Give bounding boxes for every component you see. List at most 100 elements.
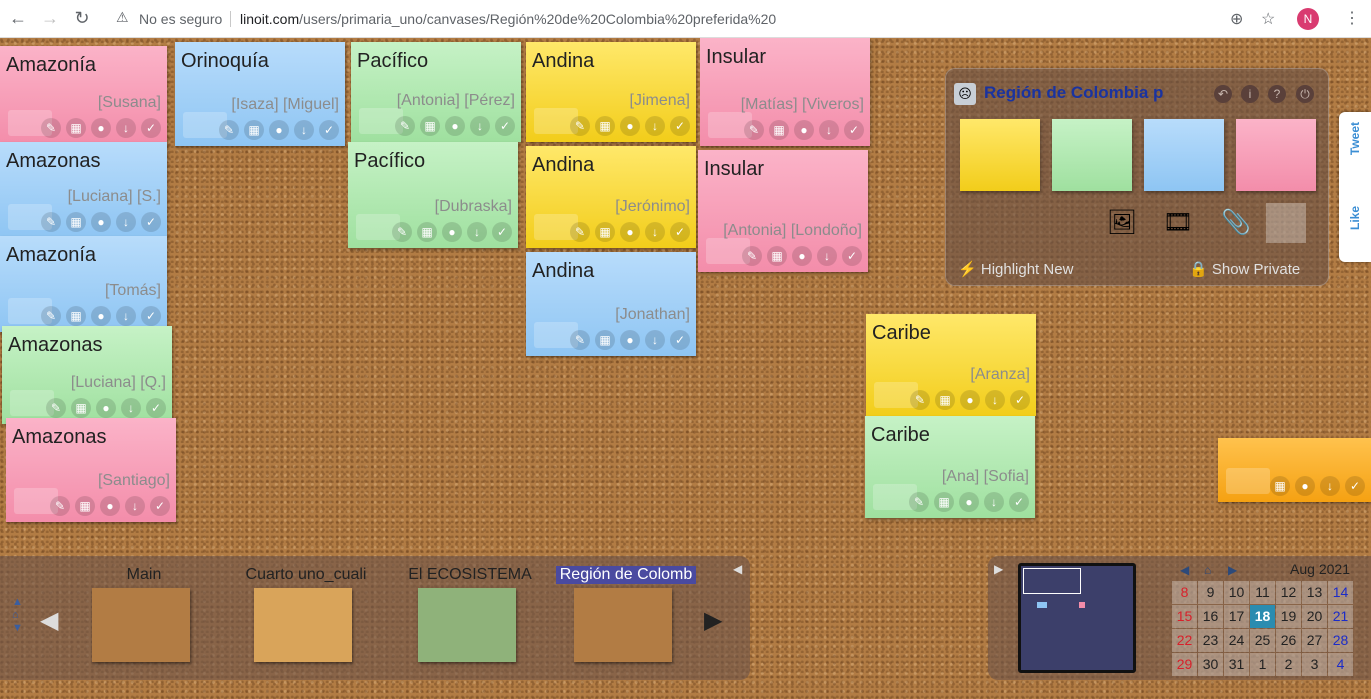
tag-icon[interactable]: ●	[96, 398, 116, 418]
check-icon[interactable]: ✓	[146, 398, 166, 418]
calendar-day[interactable]: 22	[1172, 629, 1197, 652]
tag-icon[interactable]: ●	[445, 116, 465, 136]
home-month-icon[interactable]: ⌂	[1204, 563, 1211, 577]
tag-icon[interactable]: ●	[792, 246, 812, 266]
download-icon[interactable]: ↓	[121, 398, 141, 418]
tag-icon[interactable]: ●	[442, 222, 462, 242]
sticky-note[interactable]: Orinoquía [Isaza] [Miguel] ✎ ▦ ● ↓ ✓	[175, 42, 345, 146]
calendar-day[interactable]: 16	[1198, 605, 1223, 628]
sticky-note[interactable]: Caribe [Ana] [Sofia] ✎ ▦ ● ↓ ✓	[865, 416, 1035, 518]
calendar-icon[interactable]: ▦	[767, 246, 787, 266]
sticky-note[interactable]: Insular [Matías] [Viveros] ✎ ▦ ● ↓ ✓	[700, 38, 870, 146]
calendar-day[interactable]: 4	[1328, 653, 1353, 676]
address-bar[interactable]: ⚠ No es seguro linoit.com/users/primaria…	[106, 5, 1286, 33]
download-icon[interactable]: ↓	[116, 306, 136, 326]
tag-icon[interactable]: ●	[91, 306, 111, 326]
sticky-note[interactable]: ▦ ● ↓ ✓	[1218, 438, 1371, 502]
security-label[interactable]: No es seguro	[139, 11, 222, 27]
download-icon[interactable]: ↓	[817, 246, 837, 266]
calendar-day[interactable]: 31	[1224, 653, 1249, 676]
check-icon[interactable]: ✓	[141, 306, 161, 326]
attachment-icon[interactable]: 📎	[1216, 203, 1256, 243]
canvas-tab[interactable]: Cuarto uno_cuali	[236, 566, 386, 676]
sticky-note[interactable]: Andina [Jonathan] ✎ ▦ ● ↓ ✓	[526, 252, 696, 356]
calendar-icon[interactable]: ▦	[935, 390, 955, 410]
calendar-icon[interactable]: ▦	[769, 120, 789, 140]
info-icon[interactable]: i	[1241, 85, 1259, 103]
calendar-icon[interactable]: ▦	[71, 398, 91, 418]
menu-icon[interactable]: ⋮	[1344, 8, 1360, 28]
transparent-sticky-icon[interactable]	[1266, 203, 1306, 243]
next-canvas-icon[interactable]: ▶	[704, 606, 722, 635]
blue-sticky-swatch[interactable]	[1144, 119, 1224, 191]
check-icon[interactable]: ✓	[670, 116, 690, 136]
prev-month-icon[interactable]: ◀	[1180, 563, 1189, 577]
download-icon[interactable]: ↓	[645, 222, 665, 242]
sticky-note[interactable]: Amazonía [Tomás] ✎ ▦ ● ↓ ✓	[0, 236, 167, 332]
green-sticky-swatch[interactable]	[1052, 119, 1132, 191]
calendar-icon[interactable]: ▦	[66, 212, 86, 232]
calendar-day[interactable]: 30	[1198, 653, 1223, 676]
tag-icon[interactable]: ●	[620, 222, 640, 242]
calendar-day[interactable]: 17	[1224, 605, 1249, 628]
edit-icon[interactable]: ✎	[910, 390, 930, 410]
check-icon[interactable]: ✓	[670, 330, 690, 350]
calendar-icon[interactable]: ▦	[75, 496, 95, 516]
minimap-view[interactable]	[1018, 563, 1136, 673]
calendar-day[interactable]: 18	[1250, 605, 1275, 628]
download-icon[interactable]: ↓	[985, 390, 1005, 410]
sticky-note[interactable]: Amazonas [Luciana] [S.] ✎ ▦ ● ↓ ✓	[0, 142, 167, 238]
edit-icon[interactable]: ✎	[395, 116, 415, 136]
calendar-day[interactable]: 24	[1224, 629, 1249, 652]
check-icon[interactable]: ✓	[141, 212, 161, 232]
check-icon[interactable]: ✓	[844, 120, 864, 140]
calendar-day[interactable]: 13	[1302, 581, 1327, 604]
check-icon[interactable]: ✓	[492, 222, 512, 242]
calendar-icon[interactable]: ▦	[66, 118, 86, 138]
tag-icon[interactable]: ●	[620, 330, 640, 350]
sticky-note[interactable]: Amazonas [Santiago] ✎ ▦ ● ↓ ✓	[6, 418, 176, 522]
calendar-day[interactable]: 27	[1302, 629, 1327, 652]
edit-icon[interactable]: ✎	[570, 330, 590, 350]
calendar-day[interactable]: 10	[1224, 581, 1249, 604]
canvas-tab[interactable]: El ECOSISTEMA	[400, 566, 550, 676]
edit-icon[interactable]: ✎	[50, 496, 70, 516]
warning-icon[interactable]: ⚠	[116, 9, 129, 26]
canvas-title[interactable]: Región de Colombia pre	[984, 83, 1164, 103]
calendar-icon[interactable]: ▦	[244, 120, 264, 140]
download-icon[interactable]: ↓	[467, 222, 487, 242]
edit-icon[interactable]: ✎	[41, 212, 61, 232]
calendar-icon[interactable]: ▦	[934, 492, 954, 512]
zoom-icon[interactable]: ⊕	[1230, 9, 1243, 29]
calendar-day[interactable]: 28	[1328, 629, 1353, 652]
sticky-note[interactable]: Andina [Jerónimo] ✎ ▦ ● ↓ ✓	[526, 146, 696, 248]
highlight-new-toggle[interactable]: ⚡ Highlight New	[958, 260, 1073, 278]
calendar-day[interactable]: 9	[1198, 581, 1223, 604]
canvas-thumbnail[interactable]	[92, 588, 190, 662]
canvas-thumbnail[interactable]	[574, 588, 672, 662]
next-month-icon[interactable]: ▶	[1228, 563, 1237, 577]
show-private-toggle[interactable]: 🔒 Show Private	[1189, 260, 1300, 278]
check-icon[interactable]: ✓	[141, 118, 161, 138]
download-icon[interactable]: ↓	[116, 118, 136, 138]
power-icon[interactable]: ⏻	[1296, 85, 1314, 103]
calendar-day[interactable]: 1	[1250, 653, 1275, 676]
check-icon[interactable]: ✓	[1010, 390, 1030, 410]
viewport-frame[interactable]	[1023, 568, 1081, 594]
check-icon[interactable]: ✓	[150, 496, 170, 516]
tag-icon[interactable]: ●	[269, 120, 289, 140]
check-icon[interactable]: ✓	[1345, 476, 1365, 496]
tag-icon[interactable]: ●	[960, 390, 980, 410]
calendar-day[interactable]: 14	[1328, 581, 1353, 604]
calendar-icon[interactable]: ▦	[1270, 476, 1290, 496]
check-icon[interactable]: ✓	[495, 116, 515, 136]
calendar-day[interactable]: 3	[1302, 653, 1327, 676]
calendar-day[interactable]: 23	[1198, 629, 1223, 652]
check-icon[interactable]: ✓	[670, 222, 690, 242]
check-icon[interactable]: ✓	[319, 120, 339, 140]
calendar-icon[interactable]: ▦	[417, 222, 437, 242]
sticky-note[interactable]: Amazonía [Susana] ✎ ▦ ● ↓ ✓	[0, 46, 167, 144]
calendar-day[interactable]: 2	[1276, 653, 1301, 676]
tag-icon[interactable]: ●	[91, 118, 111, 138]
canvas-thumbnail[interactable]	[254, 588, 352, 662]
